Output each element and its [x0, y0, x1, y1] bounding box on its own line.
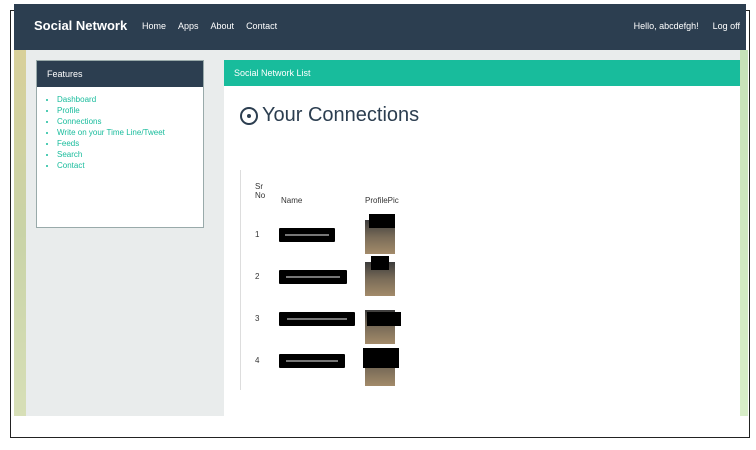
- record-icon: [240, 106, 258, 125]
- nav-links: Home Apps About Contact: [142, 21, 277, 31]
- sidebar-item-profile[interactable]: Profile: [57, 106, 203, 116]
- sidebar-item-contact[interactable]: Contact: [57, 161, 203, 171]
- redacted-name: [279, 312, 355, 326]
- redacted-name: [279, 354, 345, 368]
- nav-home-link[interactable]: Home: [142, 21, 166, 31]
- connections-panel: Social Network List Your Connections Sr …: [224, 60, 740, 420]
- redacted-name: [279, 228, 335, 242]
- right-accent-bar: [740, 50, 748, 416]
- row-number: 3: [255, 314, 260, 323]
- sidebar-item-dashboard[interactable]: Dashboard: [57, 95, 203, 105]
- features-list: Dashboard Profile Connections Write on y…: [57, 95, 203, 171]
- sidebar-item-search[interactable]: Search: [57, 150, 203, 160]
- sidebar-item-feeds[interactable]: Feeds: [57, 139, 203, 149]
- connections-table: Sr No Name ProfilePic 1 2 3 4: [240, 170, 431, 390]
- redaction-block: [367, 312, 401, 326]
- redacted-name: [279, 270, 347, 284]
- sidebar-item-write-timeline[interactable]: Write on your Time Line/Tweet: [57, 128, 203, 138]
- table-row: 2: [241, 256, 431, 302]
- top-navbar: Social Network Home Apps About Contact H…: [14, 4, 746, 50]
- redaction-block: [371, 256, 389, 270]
- logout-link[interactable]: Log off: [713, 21, 740, 31]
- sidebar-title: Features: [37, 61, 203, 87]
- row-number: 2: [255, 272, 260, 281]
- left-accent-bar: [14, 50, 26, 416]
- panel-header: Social Network List: [224, 60, 740, 86]
- col-header-sr-no: Sr No: [255, 182, 266, 200]
- row-number: 4: [255, 356, 260, 365]
- sidebar-item-connections[interactable]: Connections: [57, 117, 203, 127]
- table-row: 4: [241, 346, 431, 386]
- page-title-text: Your Connections: [262, 104, 420, 126]
- col-header-name: Name: [281, 196, 303, 205]
- page-title: Your Connections: [240, 104, 419, 127]
- redaction-block: [363, 348, 399, 368]
- nav-apps-link[interactable]: Apps: [178, 21, 199, 31]
- nav-contact-link[interactable]: Contact: [246, 21, 277, 31]
- nav-about-link[interactable]: About: [211, 21, 235, 31]
- table-row: 1: [241, 214, 431, 260]
- features-sidebar: Features Dashboard Profile Connections W…: [36, 60, 204, 228]
- redaction-block: [369, 214, 395, 228]
- user-greeting-link[interactable]: Hello, abcdefgh!: [634, 21, 699, 31]
- row-number: 1: [255, 230, 260, 239]
- brand-logo[interactable]: Social Network: [34, 18, 127, 33]
- table-row: 3: [241, 304, 431, 344]
- nav-right: Hello, abcdefgh! Log off: [634, 21, 740, 31]
- col-header-profile-pic: ProfilePic: [365, 196, 399, 205]
